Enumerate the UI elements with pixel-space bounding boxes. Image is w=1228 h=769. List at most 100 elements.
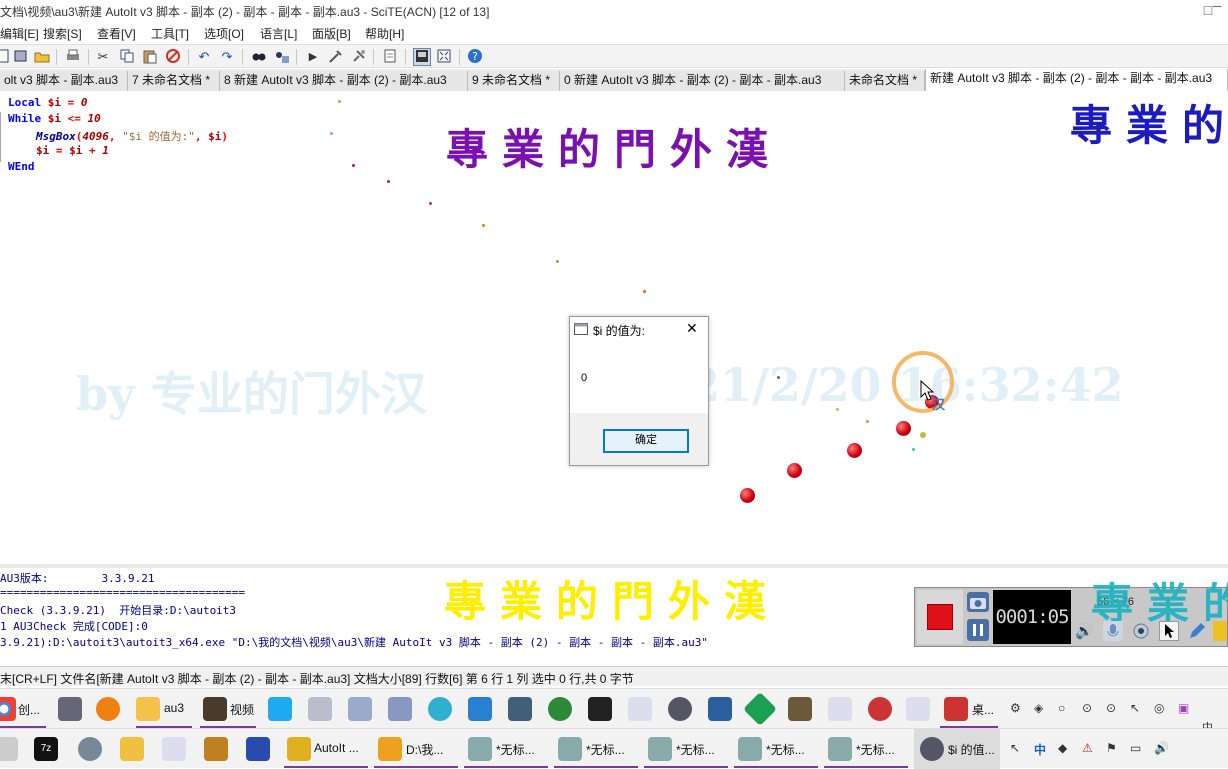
- tab-file-8[interactable]: 8 新建 AutoIt v3 脚本 - 副本 (2) - 副本.au3: [220, 71, 468, 91]
- bilibili-icon[interactable]: [268, 697, 292, 721]
- fold-margin[interactable]: [0, 112, 6, 162]
- app-icon[interactable]: [708, 697, 732, 721]
- menu-language[interactable]: 语言[L]: [260, 25, 297, 42]
- microphone-icon[interactable]: [1103, 621, 1123, 641]
- menu-help[interactable]: 帮助[H]: [365, 25, 404, 42]
- tab-file-11[interactable]: 未命名文档 *: [845, 71, 925, 91]
- explorer-icon[interactable]: [378, 737, 402, 761]
- ok-button[interactable]: 确定: [603, 429, 689, 453]
- menu-panel[interactable]: 面版[B]: [312, 25, 351, 42]
- tray-icon[interactable]: ↖: [1130, 701, 1140, 715]
- tab-file-1[interactable]: olt v3 脚本 - 副本.au3: [0, 71, 128, 91]
- run-icon[interactable]: ▶: [304, 48, 322, 66]
- chrome-label[interactable]: 创...: [18, 701, 40, 718]
- notepad-icon[interactable]: [828, 737, 852, 761]
- notepad-icon[interactable]: [468, 737, 492, 761]
- untitled-label[interactable]: *无标...: [766, 741, 805, 758]
- notepad-icon[interactable]: [558, 737, 582, 761]
- app-icon[interactable]: [743, 692, 777, 726]
- replace-icon[interactable]: [273, 48, 291, 66]
- app-icon[interactable]: [78, 737, 102, 761]
- tab-file-10[interactable]: 0 新建 AutoIt v3 脚本 - 副本 (2) - 副本 - 副本.au3: [560, 71, 845, 91]
- app-icon[interactable]: [348, 697, 372, 721]
- cursor-icon[interactable]: [1159, 621, 1179, 641]
- compile-icon[interactable]: [327, 48, 345, 66]
- tab-file-9[interactable]: 9 未命名文档 *: [468, 71, 560, 91]
- app-icon[interactable]: [308, 697, 332, 721]
- untitled-label[interactable]: *无标...: [856, 741, 895, 758]
- untitled-label[interactable]: *无标...: [586, 741, 625, 758]
- app-icon[interactable]: [944, 697, 968, 721]
- redo-icon[interactable]: ↷: [218, 48, 236, 66]
- tray-icon[interactable]: ⚑: [1106, 741, 1117, 755]
- app-icon[interactable]: [246, 737, 270, 761]
- stop-record-button[interactable]: [927, 604, 953, 630]
- menu-edit[interactable]: 编辑[E]: [0, 25, 39, 42]
- autoit-icon[interactable]: [920, 737, 944, 761]
- network-icon[interactable]: ▭: [1130, 741, 1141, 755]
- notepad-icon[interactable]: [738, 737, 762, 761]
- tab-file-active[interactable]: 新建 AutoIt v3 脚本 - 副本 (2) - 副本 - 副本 - 副本.…: [925, 69, 1228, 91]
- app-icon[interactable]: [428, 697, 452, 721]
- pen-icon[interactable]: [1187, 621, 1207, 641]
- search-icon[interactable]: [96, 697, 120, 721]
- open-recent-icon[interactable]: [12, 48, 30, 66]
- output-pane-icon[interactable]: [413, 48, 431, 66]
- network-icon[interactable]: [508, 697, 532, 721]
- tray-icon[interactable]: ○: [1058, 701, 1065, 715]
- app-icon[interactable]: [162, 737, 186, 761]
- tray-icon[interactable]: ◆: [1058, 741, 1067, 755]
- autoit-label[interactable]: AutoIt ...: [314, 741, 359, 755]
- ime-indicator[interactable]: 中: [1034, 741, 1046, 758]
- delete-icon[interactable]: [164, 48, 182, 66]
- explorer-label[interactable]: D:\我...: [406, 741, 443, 758]
- autoit-icon[interactable]: [668, 697, 692, 721]
- app-icon[interactable]: [120, 737, 144, 761]
- cut-icon[interactable]: ✂: [94, 48, 112, 66]
- pause-button[interactable]: [967, 619, 989, 641]
- app-icon[interactable]: [828, 697, 852, 721]
- app-icon[interactable]: [628, 697, 652, 721]
- notepad-icon[interactable]: [648, 737, 672, 761]
- speaker-icon[interactable]: 🔊: [1075, 622, 1094, 640]
- app-icon[interactable]: [388, 697, 412, 721]
- app-icon[interactable]: [788, 697, 812, 721]
- app-icon[interactable]: [468, 697, 492, 721]
- app-icon[interactable]: [204, 737, 228, 761]
- folder-label[interactable]: au3: [164, 701, 184, 715]
- undo-icon[interactable]: ↶: [195, 48, 213, 66]
- tray-icon[interactable]: ↖: [1010, 741, 1020, 755]
- build-icon[interactable]: [350, 48, 368, 66]
- fullscreen-icon[interactable]: [435, 48, 453, 66]
- open-folder-icon[interactable]: [33, 48, 51, 66]
- autoit-help-icon[interactable]: [287, 737, 311, 761]
- tab-file-7[interactable]: 7 未命名文档 *: [128, 71, 220, 91]
- chrome-icon[interactable]: [0, 697, 16, 721]
- app-icon[interactable]: [58, 697, 82, 721]
- tray-icon[interactable]: ◎: [1154, 701, 1164, 715]
- print-icon[interactable]: [64, 48, 82, 66]
- new-file-icon[interactable]: [0, 48, 12, 66]
- camera-icon[interactable]: [967, 592, 989, 612]
- desktop-label[interactable]: 桌...: [972, 701, 994, 718]
- tray-icon[interactable]: ⊙: [1082, 701, 1092, 715]
- color-swatch[interactable]: [1213, 621, 1227, 641]
- paste-icon[interactable]: [141, 48, 159, 66]
- calendar-icon[interactable]: [0, 737, 18, 761]
- dialog-task-label[interactable]: $i 的值...: [948, 741, 995, 758]
- app-icon[interactable]: [588, 697, 612, 721]
- tray-icon[interactable]: ▣: [1178, 701, 1189, 715]
- tray-icon[interactable]: ⊙: [1106, 701, 1116, 715]
- menu-tools[interactable]: 工具[T]: [151, 25, 189, 42]
- copy-icon[interactable]: [118, 48, 136, 66]
- app-icon[interactable]: [906, 697, 930, 721]
- volume-icon[interactable]: 🔊: [1154, 741, 1169, 755]
- menu-options[interactable]: 选项[O]: [204, 25, 244, 42]
- tray-icon[interactable]: ⚠: [1082, 741, 1093, 755]
- untitled-label[interactable]: *无标...: [676, 741, 715, 758]
- minimize-button[interactable]: ─: [1206, 0, 1228, 18]
- folder-icon[interactable]: [136, 697, 160, 721]
- help-icon[interactable]: ?: [466, 48, 484, 66]
- webcam-icon[interactable]: [1131, 621, 1151, 641]
- 7zip-icon[interactable]: 7z: [34, 737, 58, 761]
